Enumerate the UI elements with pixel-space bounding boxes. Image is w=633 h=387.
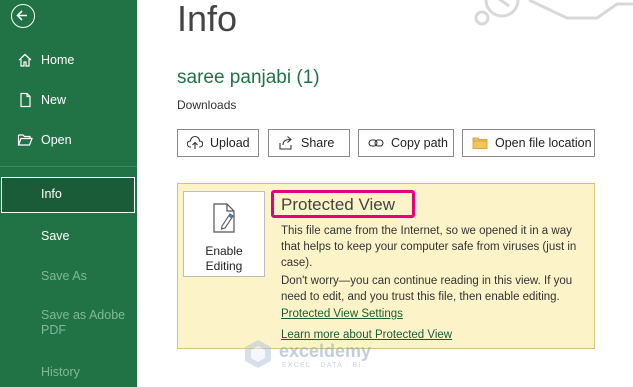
sidebar-item-label: History — [41, 365, 80, 379]
page-title: Info — [177, 0, 238, 39]
sidebar-item-save-as-pdf[interactable]: Save as Adobe PDF — [0, 308, 137, 340]
new-document-icon — [20, 92, 31, 108]
sidebar-item-new[interactable]: New — [0, 86, 137, 114]
sidebar-item-label: Save as Adobe PDF — [41, 308, 125, 338]
upload-label: Upload — [210, 136, 250, 150]
save-as-pdf-line2: PDF — [41, 323, 66, 337]
sidebar-item-open[interactable]: Open — [0, 126, 137, 154]
edit-document-icon — [213, 203, 235, 233]
open-folder-icon — [17, 134, 33, 146]
sidebar-item-home[interactable]: Home — [0, 46, 137, 74]
save-as-pdf-line1: Save as Adobe — [41, 308, 126, 322]
protected-view-title: Protected View — [281, 195, 396, 214]
share-button[interactable]: Share — [268, 129, 350, 157]
sidebar-item-label: New — [41, 93, 67, 107]
copy-path-label: Copy path — [391, 136, 448, 150]
upload-cloud-icon — [187, 135, 203, 149]
circuit-decoration — [474, 0, 633, 26]
sidebar-item-label: Save — [41, 229, 70, 243]
protected-view-settings-link[interactable]: Protected View Settings — [281, 308, 403, 320]
sidebar-item-history[interactable]: History — [0, 358, 137, 386]
file-name: saree panjabi (1) — [177, 67, 320, 88]
protected-view-panel: Enable Editing Protected View This file … — [177, 183, 595, 349]
home-icon — [18, 53, 32, 67]
folder-icon — [472, 137, 488, 149]
sidebar-item-save[interactable]: Save — [0, 222, 137, 250]
open-location-label: Open file location — [495, 136, 592, 150]
sidebar-item-label: Save As — [41, 269, 87, 283]
share-label: Share — [301, 136, 335, 150]
back-arrow-icon — [16, 10, 27, 21]
watermark-tagline: EXCEL · DATA · BI — [282, 362, 362, 369]
sidebar-item-label: Info — [41, 187, 62, 201]
enable-editing-button[interactable]: Enable Editing — [183, 191, 265, 277]
sidebar-item-info[interactable]: Info — [1, 177, 135, 213]
backstage-sidebar: Home New Open Info Save Save As Save as … — [0, 0, 137, 387]
exceldemy-logo-icon — [245, 340, 271, 368]
back-button[interactable] — [11, 4, 35, 28]
enable-editing-line1: Enable — [205, 244, 243, 258]
open-file-location-button[interactable]: Open file location — [462, 129, 595, 157]
watermark-name: exceldemy — [279, 341, 372, 361]
sidebar-divider — [0, 166, 137, 167]
enable-editing-line2: Editing — [205, 259, 243, 273]
share-icon — [279, 136, 292, 150]
sidebar-item-label: Open — [41, 133, 72, 147]
protected-view-text-1: This file came from the Internet, so we … — [281, 225, 577, 269]
link-icon — [368, 139, 384, 147]
upload-button[interactable]: Upload — [177, 129, 259, 157]
copy-path-button[interactable]: Copy path — [358, 129, 454, 157]
info-pane: Info saree panjabi (1) Downloads Upload … — [137, 0, 633, 387]
sidebar-item-label: Home — [41, 53, 75, 67]
sidebar-item-save-as[interactable]: Save As — [0, 262, 137, 290]
exceldemy-watermark: exceldemy EXCEL · DATA · BI — [242, 338, 392, 378]
protected-view-text-2: Don't worry—you can continue reading in … — [281, 275, 573, 303]
file-location: Downloads — [177, 98, 237, 112]
